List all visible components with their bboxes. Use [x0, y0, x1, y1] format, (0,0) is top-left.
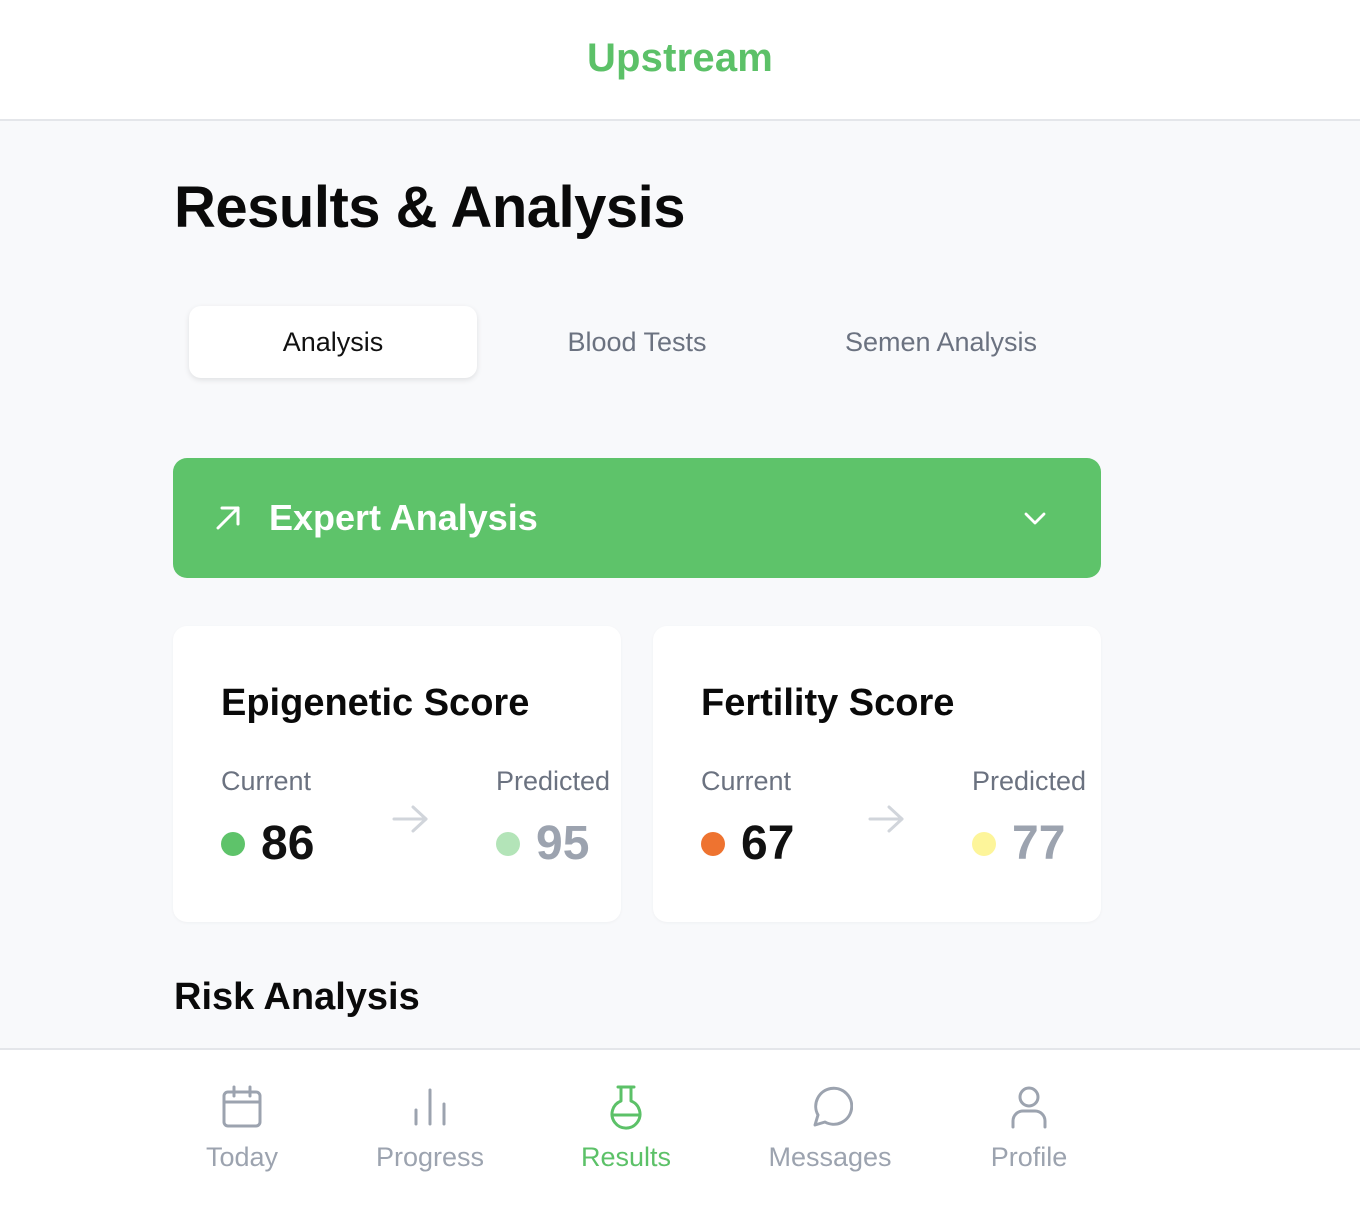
nav-item-progress[interactable]: Progress [330, 1050, 530, 1210]
bottom-nav: Today Progress Results Messages Profile [0, 1048, 1360, 1210]
current-label: Current [701, 766, 792, 796]
current-label: Current [221, 766, 312, 796]
nav-item-profile[interactable]: Profile [929, 1050, 1129, 1210]
app-title: Upstream [586, 36, 774, 80]
top-bar: Upstream [0, 0, 1360, 121]
fertility-score-card: Fertility Score Current 67 Predicted 77 [653, 626, 1101, 922]
current-status-dot [701, 832, 725, 856]
arrow-right-icon [868, 805, 904, 833]
nav-label: Messages [768, 1142, 892, 1172]
nav-label: Today [205, 1142, 279, 1172]
predicted-status-dot [972, 832, 996, 856]
epigenetic-score-card: Epigenetic Score Current 86 Predicted 95 [173, 626, 621, 922]
predicted-value: 77 [1012, 817, 1066, 870]
arrow-right-icon [392, 805, 428, 833]
nav-item-messages[interactable]: Messages [730, 1050, 930, 1210]
user-icon [1011, 1086, 1047, 1129]
expert-analysis-label: Expert Analysis [269, 497, 538, 538]
predicted-value: 95 [536, 817, 590, 870]
predicted-status-dot [496, 832, 520, 856]
card-title: Fertility Score [701, 682, 955, 724]
nav-label: Progress [375, 1142, 485, 1172]
risk-analysis-heading: Risk Analysis [174, 976, 420, 1018]
nav-item-today[interactable]: Today [142, 1050, 342, 1210]
nav-label: Results [580, 1142, 672, 1172]
expert-analysis-toggle[interactable]: Expert Analysis [173, 458, 1101, 578]
chevron-down-icon [1024, 512, 1046, 525]
predicted-label: Predicted [972, 766, 1087, 796]
arrow-up-right-icon [216, 506, 240, 530]
bar-chart-icon [414, 1088, 446, 1126]
message-bubble-icon [813, 1086, 853, 1127]
current-value: 67 [741, 817, 795, 870]
current-status-dot [221, 832, 245, 856]
card-title: Epigenetic Score [221, 682, 530, 724]
predicted-label: Predicted [496, 766, 611, 796]
flask-icon [610, 1085, 642, 1130]
page-title: Results & Analysis [174, 175, 686, 240]
tab-analysis[interactable]: Analysis [189, 306, 477, 378]
tab-semen-analysis[interactable]: Semen Analysis [797, 306, 1085, 378]
calendar-icon [222, 1085, 262, 1128]
current-value: 86 [261, 817, 315, 870]
nav-label: Profile [990, 1142, 1068, 1172]
tab-bar: Analysis Blood Tests Semen Analysis [174, 292, 1102, 392]
tab-blood-tests[interactable]: Blood Tests [493, 306, 781, 378]
nav-item-results[interactable]: Results [526, 1050, 726, 1210]
